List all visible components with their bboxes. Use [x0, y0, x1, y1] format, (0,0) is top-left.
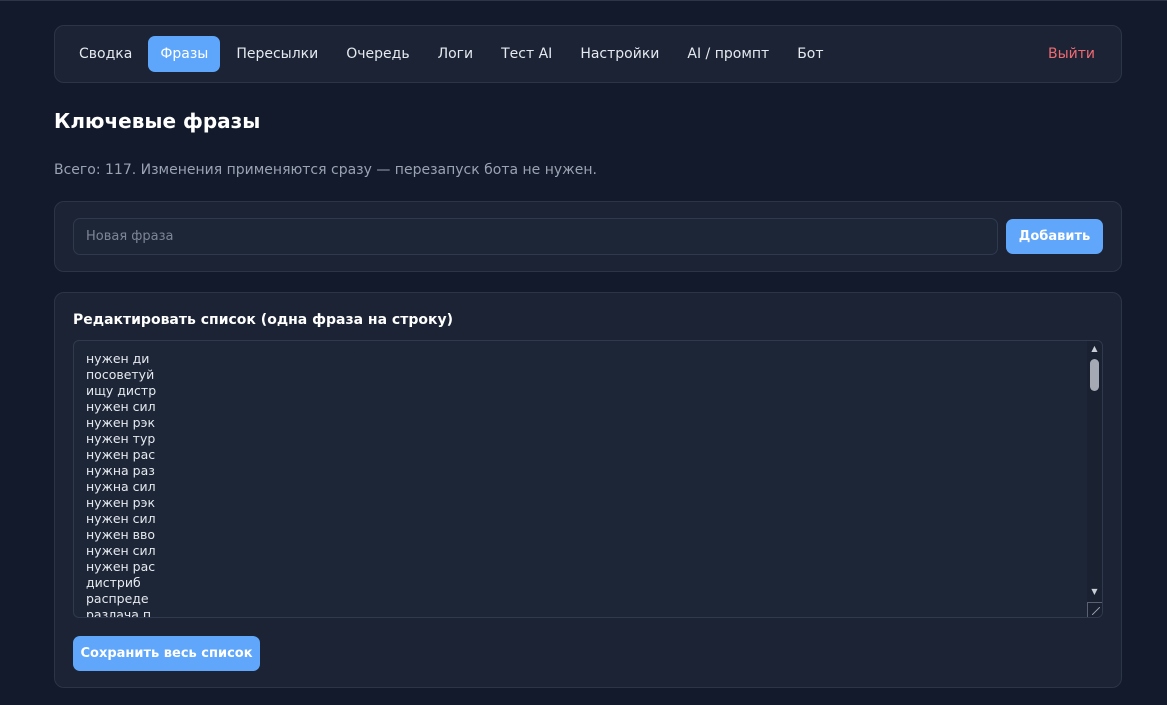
- save-list-button[interactable]: Сохранить весь список: [73, 636, 260, 671]
- phrases-lines: нужен ди посоветуй ищу дистр нужен сил н…: [86, 351, 1076, 617]
- edit-list-card: Редактировать список (одна фраза на стро…: [54, 292, 1122, 688]
- nav-tab-phrases[interactable]: Фразы: [148, 36, 221, 72]
- edit-list-label: Редактировать список (одна фраза на стро…: [73, 312, 454, 328]
- scroll-up-arrow-icon[interactable]: ▲: [1087, 343, 1102, 355]
- top-navigation: Сводка Фразы Пересылки Очередь Логи Тест…: [54, 25, 1122, 83]
- nav-tab-forwards[interactable]: Пересылки: [224, 36, 330, 72]
- scrollbar-thumb[interactable]: [1090, 359, 1099, 391]
- top-border: [0, 0, 1167, 1]
- nav-tab-bot[interactable]: Бот: [785, 36, 835, 72]
- nav-tab-test-ai[interactable]: Тест AI: [489, 36, 564, 72]
- phrases-textarea[interactable]: нужен ди посоветуй ищу дистр нужен сил н…: [73, 340, 1103, 618]
- nav-tab-summary[interactable]: Сводка: [67, 36, 144, 72]
- page-container: Сводка Фразы Пересылки Очередь Логи Тест…: [54, 25, 1122, 688]
- nav-tab-logs[interactable]: Логи: [426, 36, 486, 72]
- nav-tab-queue[interactable]: Очередь: [334, 36, 421, 72]
- scroll-down-arrow-icon[interactable]: ▼: [1087, 586, 1102, 598]
- textarea-scrollbar[interactable]: ▲ ▼: [1087, 341, 1102, 617]
- add-phrase-button[interactable]: Добавить: [1006, 219, 1103, 254]
- nav-tab-ai-prompt[interactable]: AI / промпт: [675, 36, 781, 72]
- add-phrase-card: Добавить: [54, 201, 1122, 272]
- page-title: Ключевые фразы: [54, 109, 261, 133]
- resize-grip-icon[interactable]: [1087, 602, 1102, 617]
- page-subtitle: Всего: 117. Изменения применяются сразу …: [54, 162, 597, 178]
- redaction-blur: [158, 351, 358, 617]
- nav-tab-settings[interactable]: Настройки: [568, 36, 671, 72]
- new-phrase-input[interactable]: [73, 218, 998, 255]
- logout-link[interactable]: Выйти: [1034, 36, 1109, 72]
